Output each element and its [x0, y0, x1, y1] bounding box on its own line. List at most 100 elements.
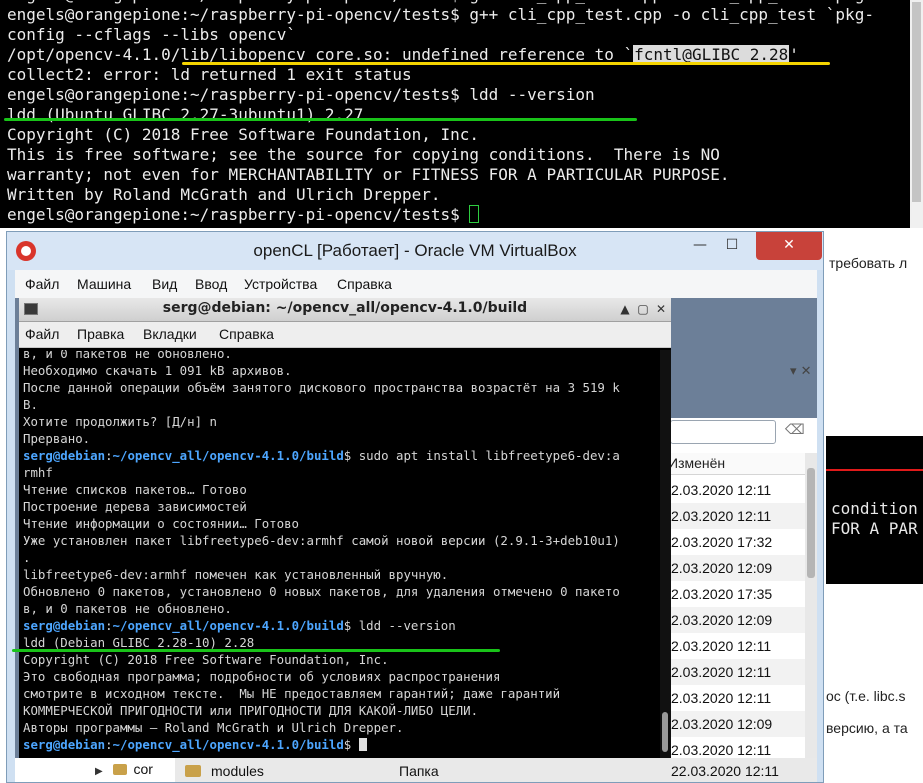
menu-edit[interactable]: Правка	[77, 326, 124, 342]
terminal-line: Необходимо скачать 1 091 kB архивов.	[23, 362, 658, 379]
terminal-text: Построение дерева зависимостей	[23, 499, 247, 514]
terminal-menubar: Файл Правка Вкладки Справка	[19, 322, 671, 348]
clear-search-icon[interactable]: ⌫	[785, 422, 805, 442]
text-cursor	[469, 205, 480, 223]
terminal-text: Хотите продолжить? [Д/н] n	[23, 414, 217, 429]
terminal-text: $ sudo apt install libfreetype6-dev:a	[343, 448, 620, 463]
menu-help[interactable]: Справка	[337, 276, 392, 292]
folder-icon	[185, 765, 201, 777]
terminal-text: смотрите в исходном тексте. Мы НЕ предос…	[23, 686, 561, 701]
guest-display[interactable]: ▾ ✕ ⌫ Изменён 2.03.2020 12:11 2.03.2020 1…	[15, 298, 817, 782]
menu-tabs[interactable]: Вкладки	[143, 326, 197, 342]
terminal-line: collect2: error: ld returned 1 exit stat…	[7, 65, 910, 85]
table-row-modified[interactable]: 2.03.2020 12:11	[665, 477, 805, 503]
close-button[interactable]: ✕	[756, 232, 822, 260]
terminal-text: ldd (Ubuntu GLIBC 2.27-3ubuntu1) 2.27	[7, 105, 364, 124]
host-terminal-scrollbar[interactable]	[910, 0, 923, 228]
file-type: Папка	[399, 763, 439, 779]
terminal-line: Чтение информации о состоянии… Готово	[23, 515, 658, 532]
terminal-text: $	[343, 737, 359, 752]
terminal-text: После данной операции объём занятого дис…	[23, 380, 620, 395]
terminal-line: Copyright (C) 2018 Free Software Foundat…	[7, 125, 910, 145]
terminal-text: в, и 0 пакетов не обновлено.	[23, 350, 232, 361]
terminal-text: Copyright (C) 2018 Free Software Foundat…	[23, 652, 389, 667]
host-terminal[interactable]: engels@orangepione:~/raspberry-pi-opencv…	[0, 0, 910, 228]
terminal-text: Чтение информации о состоянии… Готово	[23, 516, 300, 531]
page-text-fragment: ос (т.е. libc.s	[826, 688, 906, 704]
green-underline-annotation	[4, 118, 637, 121]
terminal-text: .	[23, 550, 31, 565]
terminal-text: B.	[23, 397, 38, 412]
terminal-line: B.	[23, 396, 658, 413]
terminal-text: collect2: error: ld returned 1 exit stat…	[7, 65, 412, 84]
terminal-line: engels@orangepione:~/raspberry-pi-opencv…	[7, 5, 910, 25]
fm-scrollbar[interactable]	[805, 453, 817, 782]
terminal-line: в, и 0 пакетов не обновлено.	[23, 600, 658, 617]
terminal-line: Построение дерева зависимостей	[23, 498, 658, 515]
column-header-modified[interactable]: Изменён	[665, 453, 805, 475]
terminal-text: :	[105, 448, 113, 463]
terminal-text: ~/opencv_all/opencv-4.1.0/build	[112, 618, 344, 633]
scrollbar-thumb[interactable]	[662, 712, 668, 752]
menu-view[interactable]: Вид	[152, 276, 177, 292]
fm-search-input[interactable]	[670, 420, 776, 444]
terminal-text: Copyright (C) 2018 Free Software Foundat…	[7, 125, 480, 144]
terminal-line: Прервано.	[23, 430, 658, 447]
terminal-scrollbar[interactable]	[660, 350, 671, 758]
window-titlebar[interactable]: openCL [Работает] - Oracle VM VirtualBox…	[7, 232, 823, 270]
terminal-text: serg@debian	[23, 448, 106, 463]
scrollbar-thumb[interactable]	[912, 2, 921, 202]
table-row-modified[interactable]: 2.03.2020 17:32	[665, 529, 805, 555]
expand-arrow-icon[interactable]: ▶	[95, 766, 103, 777]
terminal-text: ~/opencv_all/opencv-4.1.0/build	[112, 737, 344, 752]
menu-file[interactable]: Файл	[25, 276, 59, 292]
terminal-line: serg@debian:~/opencv_all/opencv-4.1.0/bu…	[23, 617, 658, 634]
terminal-text: engels@orangepione:~/raspberry-pi-opencv…	[7, 85, 595, 104]
table-row-modified[interactable]: 2.03.2020 12:09	[665, 555, 805, 581]
page-text-fragment: требовать л	[829, 255, 908, 271]
terminal-text: Обновлено 0 пакетов, установлено 0 новых…	[23, 584, 620, 599]
file-modified: 22.03.2020 12:11	[671, 763, 779, 779]
table-row-modified[interactable]: 2.03.2020 17:35	[665, 581, 805, 607]
minimize-button[interactable]: —	[684, 232, 716, 260]
terminal-line: engels@orangepione:~/raspberry-pi-opencv…	[7, 85, 910, 105]
table-row[interactable]: modules Папка 22.03.2020 12:11	[175, 758, 817, 782]
vbox-menubar: Файл Машина Вид Ввод Устройства Справка	[15, 270, 817, 298]
table-row-modified[interactable]: 2.03.2020 12:11	[665, 633, 805, 659]
menu-machine[interactable]: Машина	[77, 276, 131, 292]
tree-item[interactable]: ▶ cor	[95, 761, 153, 777]
close-button[interactable]: ✕	[653, 301, 669, 317]
terminal-line: libfreetype6-dev:armhf помечен как устан…	[23, 566, 658, 583]
embedded-text-line: condition	[831, 499, 918, 518]
scrollbar-thumb[interactable]	[807, 468, 815, 578]
terminal-line: serg@debian:~/opencv_all/opencv-4.1.0/bu…	[23, 447, 658, 464]
menu-file[interactable]: Файл	[25, 326, 59, 342]
terminal-text: rmhf	[23, 465, 53, 480]
maximize-button[interactable]: ▢	[635, 301, 651, 317]
menu-help[interactable]: Справка	[219, 326, 274, 342]
terminal-output[interactable]: в, и 0 пакетов не обновлено. Необходимо с…	[23, 350, 658, 758]
terminal-text: This is free software; see the source fo…	[7, 145, 720, 164]
table-row-modified[interactable]: 2.03.2020 12:09	[665, 607, 805, 633]
guest-terminal-window: serg@debian: ~/opencv_all/opencv-4.1.0/b…	[19, 298, 671, 758]
shade-button[interactable]: ▲	[617, 301, 633, 317]
menu-devices[interactable]: Устройства	[244, 276, 317, 292]
folder-icon	[112, 764, 127, 775]
maximize-button[interactable]: ☐	[716, 232, 748, 260]
table-row-modified[interactable]: 2.03.2020 12:11	[665, 685, 805, 711]
table-row-modified[interactable]: 2.03.2020 12:11	[665, 503, 805, 529]
terminal-text: warranty; not even for MERCHANTABILITY o…	[7, 165, 730, 184]
red-underline-annotation	[826, 469, 923, 471]
table-row-modified[interactable]: 2.03.2020 12:11	[665, 659, 805, 685]
virtualbox-window: openCL [Работает] - Oracle VM VirtualBox…	[6, 231, 824, 783]
menu-input[interactable]: Ввод	[195, 276, 227, 292]
terminal-text: Прервано.	[23, 431, 91, 446]
terminal-line: config --cflags --libs opencv`	[7, 25, 910, 45]
fm-window-buttons[interactable]: ▾ ✕	[790, 364, 812, 379]
page-text-fragment: версию, а та	[826, 720, 908, 736]
terminal-text: ldd (Debian GLIBC 2.28-10) 2.28	[23, 635, 255, 650]
terminal-text: Written by Roland McGrath and Ulrich Dre…	[7, 185, 441, 204]
table-row-modified[interactable]: 2.03.2020 12:09	[665, 711, 805, 737]
terminal-text: serg@debian	[23, 737, 106, 752]
terminal-titlebar[interactable]: serg@debian: ~/opencv_all/opencv-4.1.0/b…	[19, 298, 671, 322]
